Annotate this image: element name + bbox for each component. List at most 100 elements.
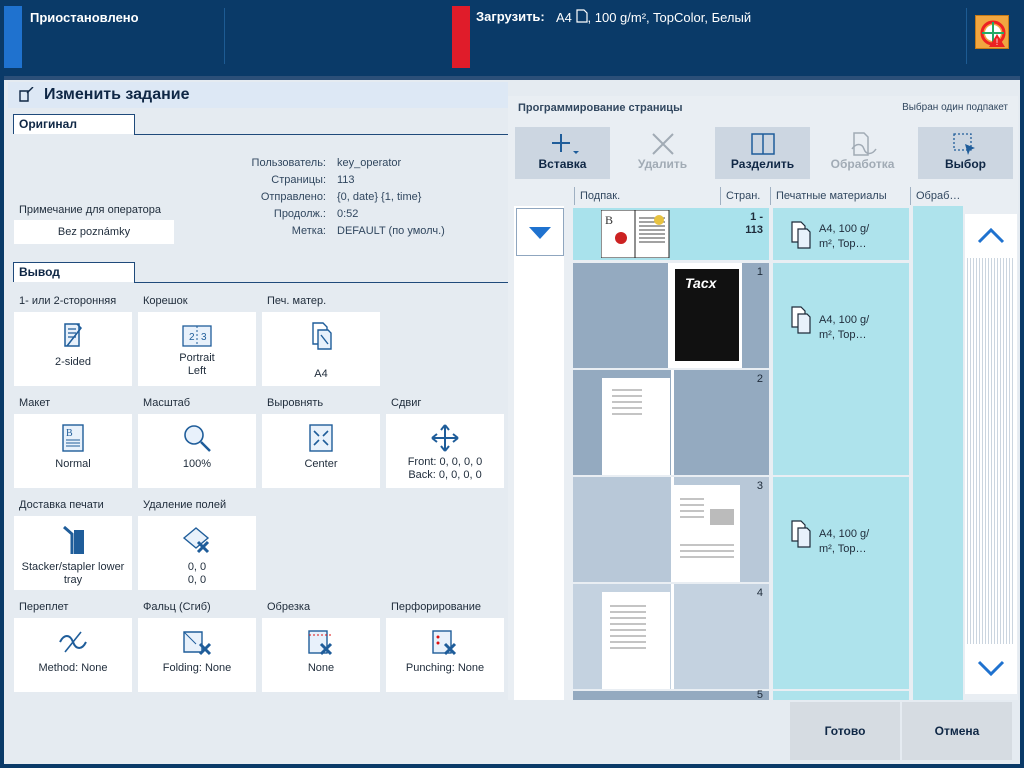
zoom-tile[interactable]: Масштаб 100% — [138, 392, 256, 488]
layout-tile[interactable]: Макет B Normal — [14, 392, 132, 488]
duplex-tile[interactable]: 1- или 2-сторонняя 2-sided — [14, 290, 132, 386]
delete-button[interactable]: Удалить — [615, 127, 710, 179]
svg-text:2: 2 — [189, 332, 195, 343]
scroll-up-button[interactable] — [965, 214, 1017, 262]
edit-job-panel: Изменить задание Оригинал Пользователь: … — [4, 76, 1020, 764]
alert-icon[interactable]: ! — [975, 15, 1009, 49]
page-thumbnail — [674, 485, 740, 582]
page-row-5[interactable]: 5 — [573, 689, 769, 701]
output-tray-tile[interactable]: Доставка печати Stacker/stapler lower tra… — [14, 494, 132, 590]
select-label: Выбор — [945, 157, 986, 171]
media-cell-pages-1-2[interactable]: A4, 100 g/m², Top… — [773, 263, 909, 475]
finishing-column — [913, 206, 963, 700]
align-icon — [309, 424, 333, 452]
operator-note-field[interactable]: Bez poznámky — [14, 220, 174, 244]
document-thumbnail: B — [601, 210, 670, 258]
tile-value: Front: 0, 0, 0, 0 Back: 0, 0, 0, 0 — [386, 456, 504, 482]
edge-delete-icon — [182, 527, 210, 554]
tile-label: Макет — [14, 392, 132, 414]
page-divider — [671, 584, 674, 689]
tile-value: Punching: None — [405, 662, 485, 674]
expand-button[interactable] — [516, 208, 564, 256]
tile-value-line2: Left — [187, 365, 207, 377]
insert-button[interactable]: Вставка — [515, 127, 610, 179]
page-row-1[interactable]: Tacx 1 — [573, 263, 769, 368]
page-icon — [575, 9, 588, 23]
tile-label: Обрезка — [262, 596, 380, 618]
media-type: m², Top… — [819, 238, 867, 250]
page-row-2[interactable]: 2 — [573, 370, 769, 475]
page-number: 3 — [756, 480, 763, 492]
tile-value: Portrait Left — [138, 352, 256, 378]
cover-title: Tacx — [685, 275, 717, 291]
tile-value: Center — [304, 458, 338, 470]
process-button[interactable]: Обработка — [815, 127, 910, 179]
folding-tile[interactable]: Фальц (Сгиб) Folding: None — [138, 596, 256, 692]
subset-row-selected[interactable]: B 1 -113 — [573, 208, 769, 260]
shift-tile[interactable]: Сдвиг Front: 0, 0, 0, 0 Back: 0, 0, 0, 0 — [386, 392, 504, 488]
media-icon — [312, 322, 332, 350]
duplex-icon — [64, 323, 82, 347]
sent-value: {0, date} {1, time} — [337, 191, 422, 203]
shift-front: Front: 0, 0, 0, 0 — [407, 456, 483, 468]
layout-icon: B — [62, 424, 84, 452]
expand-column — [514, 206, 564, 700]
title-text: Изменить задание — [44, 86, 190, 103]
align-tile[interactable]: Выровнять Center — [262, 392, 380, 488]
column-header-finishing: Обраб… — [910, 187, 962, 205]
tile-value: Folding: None — [162, 662, 232, 674]
scroll-track[interactable] — [967, 258, 1015, 658]
tile-value-line1: Portrait — [179, 352, 215, 364]
binding-edge-tile[interactable]: Корешок 23 Portrait Left — [138, 290, 256, 386]
media-weight: , 100 g/ — [832, 528, 870, 540]
load-media[interactable]: A4 , 100 g/m², TopColor, Белый — [556, 9, 751, 25]
delete-label: Удалить — [637, 157, 688, 171]
media-icon — [791, 306, 811, 334]
media-size: A4 — [819, 223, 833, 235]
punching-tile[interactable]: Перфорирование Punching: None — [386, 596, 504, 692]
tile-value: A4 — [314, 368, 328, 380]
tab-output: Вывод — [13, 262, 135, 282]
media-cell-pages-3-4[interactable]: A4, 100 g/m², Top… — [773, 477, 909, 689]
media-text: A4, 100 g/m², Top… — [819, 313, 899, 343]
media-cell-subset[interactable]: A4, 100 g/m², Top… — [773, 208, 909, 260]
chevron-up-icon — [977, 227, 1005, 244]
tile-value: 0, 0 0, 0 — [138, 561, 256, 587]
text-lines — [680, 498, 734, 558]
insert-label: Вставка — [538, 157, 587, 171]
tile-value-line2: 0, 0 — [187, 574, 207, 586]
trimming-tile[interactable]: Обрезка None — [262, 596, 380, 692]
edge-delete-tile[interactable]: Удаление полей 0, 0 0, 0 — [138, 494, 256, 590]
page-thumbnail — [602, 592, 670, 689]
shift-icon — [431, 424, 459, 452]
duration-label: Продолж.: — [273, 208, 326, 220]
split-icon — [750, 133, 775, 155]
binding-icon — [59, 631, 87, 653]
tile-label: Перфорирование — [386, 596, 504, 618]
tile-label: Масштаб — [138, 392, 256, 414]
punching-icon — [432, 630, 457, 656]
media-tile[interactable]: Печ. матер. A4 — [262, 290, 380, 386]
page-row-3[interactable]: 3 — [573, 477, 769, 582]
media-type: m², Top… — [819, 329, 867, 341]
tile-label: Сдвиг — [386, 392, 504, 414]
load-media-size: A4 — [556, 10, 572, 25]
section-divider — [134, 134, 510, 135]
pages-value: 113 — [337, 174, 355, 186]
scrollbar[interactable] — [965, 214, 1017, 694]
tile-value: 2-sided — [54, 356, 92, 368]
split-button[interactable]: Разделить — [715, 127, 810, 179]
column-header-media: Печатные материалы — [770, 187, 910, 205]
page-programming-panel: Программирование страницы Выбран один по… — [508, 96, 1018, 701]
tile-label: Доставка печати — [14, 494, 132, 516]
tile-value: Normal — [55, 458, 91, 470]
range-end: 113 — [745, 224, 763, 236]
tile-label: Удаление полей — [138, 494, 256, 516]
printer-status: Приостановлено — [30, 10, 139, 25]
scroll-down-button[interactable] — [965, 644, 1017, 692]
page-row-4[interactable]: 4 — [573, 584, 769, 689]
select-button[interactable]: Выбор — [918, 127, 1013, 179]
done-button[interactable]: Готово — [790, 702, 900, 760]
cancel-button[interactable]: Отмена — [902, 702, 1012, 760]
binding-tile[interactable]: Переплет Method: None — [14, 596, 132, 692]
